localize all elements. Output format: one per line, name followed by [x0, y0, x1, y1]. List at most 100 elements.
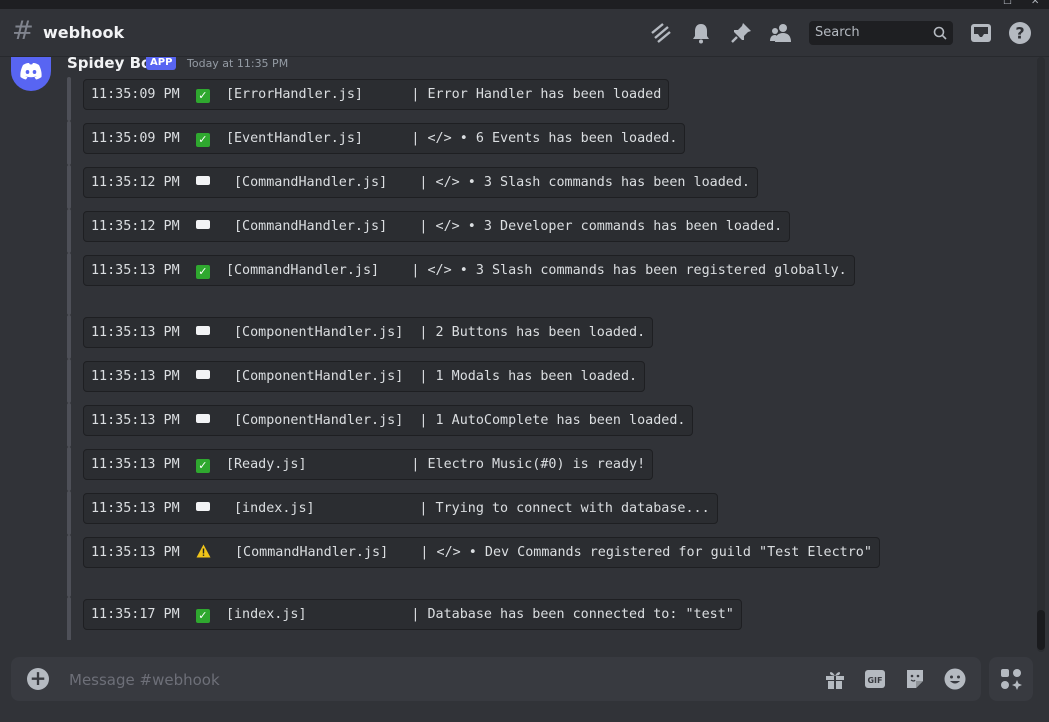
- log-text: [Ready.js] | Electro Music(#0) is ready!: [225, 457, 646, 472]
- log-text: [ComponentHandler.js] | 2 Buttons has be…: [225, 325, 646, 340]
- white-square-icon: [195, 414, 210, 423]
- emoji-icon[interactable]: [943, 667, 967, 691]
- log-codeblock[interactable]: 11:35:09 PM ✓ [EventHandler.js] | </> • …: [83, 123, 686, 154]
- quote-bar: [67, 315, 71, 359]
- log-codeblock[interactable]: 11:35:13 PM [index.js] | Trying to conne…: [83, 493, 718, 524]
- quote-bar: [67, 209, 71, 253]
- log-codeblock[interactable]: 11:35:13 PM ✓ [CommandHandler.js] | </> …: [83, 255, 855, 286]
- log-text: [index.js] | Trying to connect with data…: [225, 501, 710, 516]
- log-line: 11:35:13 PM [ComponentHandler.js] | 1 Mo…: [83, 361, 646, 392]
- log-text: [ErrorHandler.js] | Error Handler has be…: [225, 87, 662, 102]
- log-codeblock[interactable]: 11:35:13 PM [CommandHandler.js] | </> • …: [83, 537, 880, 568]
- log-codeblock[interactable]: 11:35:13 PM [ComponentHandler.js] | 1 Au…: [83, 405, 694, 436]
- log-line: 11:35:12 PM [CommandHandler.js] | </> • …: [83, 167, 758, 198]
- log-time: 11:35:13 PM: [91, 413, 180, 428]
- quote-bar: [67, 77, 71, 121]
- log-text: [CommandHandler.js] | </> • Dev Commands…: [226, 545, 872, 560]
- quote-bar: [67, 447, 71, 491]
- pin-icon[interactable]: [729, 21, 753, 45]
- discord-logo-icon: [20, 63, 42, 80]
- quote-bar: [67, 253, 71, 315]
- quote-bar: [67, 403, 71, 447]
- apps-icon: [1001, 669, 1022, 690]
- bell-icon[interactable]: [689, 21, 713, 45]
- log-time: 11:35:13 PM: [91, 545, 180, 560]
- message-timestamp: Today at 11:35 PM: [187, 57, 289, 70]
- log-time: 11:35:12 PM: [91, 175, 180, 190]
- white-square-icon: [195, 326, 210, 335]
- log-text: [CommandHandler.js] | </> • 3 Slash comm…: [225, 263, 847, 278]
- log-line: 11:35:13 PM [ComponentHandler.js] | 2 Bu…: [83, 317, 654, 348]
- upload-button[interactable]: +: [27, 666, 49, 690]
- hash-icon: #: [12, 16, 34, 46]
- log-time: 11:35:17 PM: [91, 607, 180, 622]
- message-input[interactable]: [67, 667, 771, 693]
- log-codeblock[interactable]: 11:35:13 PM ✓ [Ready.js] | Electro Music…: [83, 449, 654, 480]
- log-codeblock[interactable]: 11:35:09 PM ✓ [ErrorHandler.js] | Error …: [83, 79, 670, 110]
- log-text: [EventHandler.js] | </> • 6 Events has b…: [225, 131, 678, 146]
- log-line: 11:35:17 PM ✓ [index.js] | Database has …: [83, 599, 742, 630]
- apps-button[interactable]: [989, 657, 1033, 701]
- svg-text:GIF: GIF: [867, 676, 882, 685]
- check-mark-icon: ✓: [195, 265, 210, 279]
- log-time: 11:35:09 PM: [91, 87, 180, 102]
- log-time: 11:35:09 PM: [91, 131, 180, 146]
- white-square-icon: [195, 220, 210, 229]
- log-text: [ComponentHandler.js] | 1 AutoComplete h…: [225, 413, 686, 428]
- log-line: 11:35:13 PM ✓ [Ready.js] | Electro Music…: [83, 449, 654, 480]
- log-codeblock[interactable]: 11:35:12 PM [CommandHandler.js] | </> • …: [83, 167, 758, 198]
- check-mark-icon: ✓: [195, 609, 210, 623]
- warning-icon: [196, 544, 211, 558]
- quote-bar: [67, 535, 71, 597]
- log-codeblock[interactable]: 11:35:13 PM [ComponentHandler.js] | 1 Mo…: [83, 361, 646, 392]
- svg-text:?: ?: [1015, 24, 1024, 43]
- search-icon: [933, 26, 947, 40]
- log-time: 11:35:13 PM: [91, 501, 180, 516]
- log-line: 11:35:09 PM ✓ [ErrorHandler.js] | Error …: [83, 79, 670, 110]
- log-text: [ComponentHandler.js] | 1 Modals has bee…: [225, 369, 638, 384]
- white-square-icon: [195, 176, 210, 185]
- log-line: 11:35:13 PM ✓ [CommandHandler.js] | </> …: [83, 255, 855, 286]
- log-time: 11:35:13 PM: [91, 457, 180, 472]
- close-icon[interactable]: ✕: [1031, 0, 1039, 7]
- inbox-icon[interactable]: [969, 21, 993, 45]
- author-name[interactable]: Spidey Bot: [67, 57, 159, 72]
- log-line: 11:35:13 PM [ComponentHandler.js] | 1 Au…: [83, 405, 694, 436]
- avatar[interactable]: [11, 57, 51, 91]
- threads-icon[interactable]: [649, 21, 673, 45]
- members-icon[interactable]: [769, 21, 793, 45]
- scrollbar-track[interactable]: [1037, 57, 1045, 652]
- log-line: 11:35:13 PM [index.js] | Trying to conne…: [83, 493, 718, 524]
- maximize-icon[interactable]: ☐: [1003, 0, 1012, 7]
- gift-icon[interactable]: [823, 667, 847, 691]
- log-codeblock[interactable]: 11:35:17 PM ✓ [index.js] | Database has …: [83, 599, 742, 630]
- log-line: 11:35:09 PM ✓ [EventHandler.js] | </> • …: [83, 123, 686, 154]
- quote-bar: [67, 359, 71, 403]
- log-text: [CommandHandler.js] | </> • 3 Slash comm…: [225, 175, 750, 190]
- log-codeblock[interactable]: 11:35:12 PM [CommandHandler.js] | </> • …: [83, 211, 791, 242]
- log-codeblock[interactable]: 11:35:13 PM [ComponentHandler.js] | 2 Bu…: [83, 317, 654, 348]
- quote-bar: [67, 597, 71, 640]
- message-composer: + GIF: [11, 657, 981, 701]
- help-icon[interactable]: ?: [1008, 21, 1032, 45]
- log-line: 11:35:13 PM [CommandHandler.js] | </> • …: [83, 537, 880, 568]
- gif-icon[interactable]: GIF: [863, 667, 887, 691]
- window-titlebar: ☐ ✕: [0, 0, 1049, 9]
- message-list: Spidey Bot APP Today at 11:35 PM 11:35:0…: [0, 57, 1049, 640]
- plus-icon: +: [29, 666, 47, 690]
- search-box[interactable]: Search: [809, 21, 953, 45]
- sticker-icon[interactable]: [903, 667, 927, 691]
- quote-bar: [67, 121, 71, 165]
- log-time: 11:35:13 PM: [91, 325, 180, 340]
- log-time: 11:35:13 PM: [91, 369, 180, 384]
- log-text: [index.js] | Database has been connected…: [225, 607, 734, 622]
- scrollbar-thumb[interactable]: [1037, 610, 1045, 650]
- log-time: 11:35:12 PM: [91, 219, 180, 234]
- check-mark-icon: ✓: [195, 133, 210, 147]
- app-badge: APP: [146, 57, 177, 70]
- white-square-icon: [195, 502, 210, 511]
- white-square-icon: [195, 370, 210, 379]
- check-mark-icon: ✓: [195, 459, 210, 473]
- search-placeholder: Search: [815, 25, 860, 40]
- quote-bar: [67, 491, 71, 535]
